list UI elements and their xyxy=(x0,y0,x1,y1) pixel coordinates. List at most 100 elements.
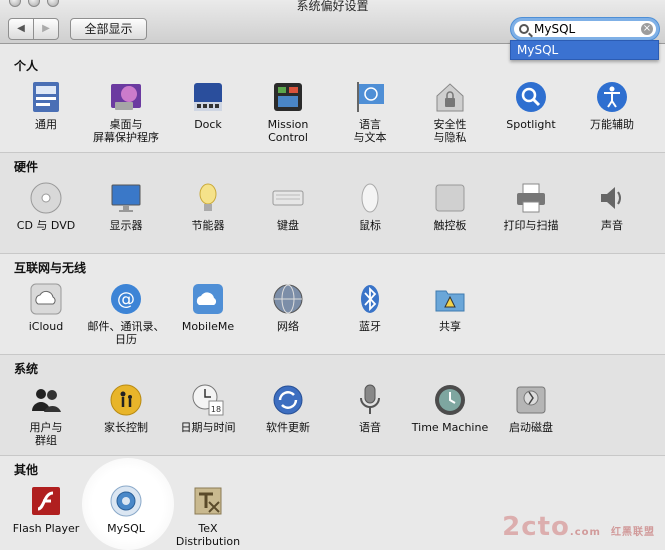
pane-label: 启动磁盘 xyxy=(509,421,553,434)
forward-button[interactable]: ▶ xyxy=(33,18,59,40)
lightbulb-icon xyxy=(191,181,225,215)
watermark: 2cto.com 红黑联盟 xyxy=(502,512,655,542)
pane-sharing[interactable]: 共享 xyxy=(408,282,492,333)
search-field[interactable]: MySQL × xyxy=(511,18,659,40)
pane-date-time[interactable]: 18 日期与时间 xyxy=(166,383,250,434)
section-title: 其他 xyxy=(14,463,39,477)
pane-label: 邮件、通讯录、 日历 xyxy=(87,320,165,346)
flash-player-icon xyxy=(29,484,63,518)
pane-spotlight[interactable]: Spotlight xyxy=(489,80,573,131)
pane-label: 鼠标 xyxy=(359,219,381,232)
trackpad-icon xyxy=(433,181,467,215)
pane-keyboard[interactable]: 键盘 xyxy=(246,181,330,232)
pane-label: 共享 xyxy=(439,320,461,333)
pane-tex-distribution[interactable]: TeX Distribution xyxy=(166,484,250,548)
mouse-icon xyxy=(353,181,387,215)
pane-label: 蓝牙 xyxy=(359,320,381,333)
pane-mission-control[interactable]: Mission Control xyxy=(246,80,330,144)
pane-label: 家长控制 xyxy=(104,421,148,434)
pane-label: MySQL xyxy=(107,522,145,535)
house-lock-icon xyxy=(433,80,467,114)
disc-icon xyxy=(29,181,63,215)
pane-mysql[interactable]: MySQL xyxy=(84,484,168,535)
watermark-suffix: .com xyxy=(569,527,601,538)
pane-label: 软件更新 xyxy=(266,421,310,434)
pane-bluetooth[interactable]: 蓝牙 xyxy=(328,282,412,333)
bluetooth-icon xyxy=(353,282,387,316)
pane-label: 打印与扫描 xyxy=(503,219,559,232)
show-all-button[interactable]: 全部显示 xyxy=(70,18,147,40)
mysql-gear-icon xyxy=(109,484,143,518)
pane-startup-disk[interactable]: 启动磁盘 xyxy=(489,383,573,434)
pane-label: 触控板 xyxy=(433,219,467,232)
flag-un-icon xyxy=(353,80,387,114)
search-input[interactable]: MySQL xyxy=(534,22,575,36)
pane-label: 万能辅助 xyxy=(590,118,634,131)
dock-icon xyxy=(191,80,225,114)
parental-controls-icon xyxy=(109,383,143,417)
pane-label: 键盘 xyxy=(277,219,299,232)
pane-general[interactable]: 通用 xyxy=(4,80,88,131)
pane-label: Spotlight xyxy=(506,118,556,131)
pane-parental-controls[interactable]: 家长控制 xyxy=(84,383,168,434)
pane-time-machine[interactable]: Time Machine xyxy=(408,383,492,434)
users-icon xyxy=(29,383,63,417)
folder-sharing-icon xyxy=(433,282,467,316)
back-button[interactable]: ◀ xyxy=(8,18,34,40)
accessibility-icon xyxy=(595,80,629,114)
speaker-icon xyxy=(595,181,629,215)
globe-icon xyxy=(271,282,305,316)
pane-users-groups[interactable]: 用户与 群组 xyxy=(4,383,88,447)
search-icon xyxy=(519,24,529,34)
pane-displays[interactable]: 显示器 xyxy=(84,181,168,232)
clock-calendar-icon: 18 xyxy=(191,383,225,417)
pane-speech[interactable]: 语音 xyxy=(328,383,412,434)
pane-label: iCloud xyxy=(28,320,64,333)
pane-energy-saver[interactable]: 节能器 xyxy=(166,181,250,232)
display-icon xyxy=(109,181,143,215)
general-icon xyxy=(29,80,63,114)
pane-language-text[interactable]: 语言 与文本 xyxy=(328,80,412,144)
time-machine-icon xyxy=(433,383,467,417)
pane-network[interactable]: 网络 xyxy=(246,282,330,333)
pane-icloud[interactable]: iCloud xyxy=(4,282,88,333)
pane-label: MobileMe xyxy=(181,320,235,333)
mobileme-cloud-icon xyxy=(191,282,225,316)
pane-mail-contacts-calendars[interactable]: @ 邮件、通讯录、 日历 xyxy=(84,282,168,346)
watermark-subtitle: 红黑联盟 xyxy=(611,527,655,538)
pane-label: 语音 xyxy=(359,421,381,434)
pane-software-update[interactable]: 软件更新 xyxy=(246,383,330,434)
pane-cd-dvd[interactable]: CD 与 DVD xyxy=(4,181,88,232)
spotlight-icon xyxy=(514,80,548,114)
icloud-icon xyxy=(29,282,63,316)
printer-icon xyxy=(514,181,548,215)
mission-control-icon xyxy=(271,80,305,114)
hard-disk-icon xyxy=(514,383,548,417)
pane-flash-player[interactable]: Flash Player xyxy=(4,484,88,535)
pane-label: Mission Control xyxy=(267,118,309,144)
svg-text:@: @ xyxy=(117,289,135,310)
pane-label: 用户与 群组 xyxy=(29,421,63,447)
pane-label: 通用 xyxy=(35,118,57,131)
pane-mouse[interactable]: 鼠标 xyxy=(328,181,412,232)
pane-print-scan[interactable]: 打印与扫描 xyxy=(489,181,573,232)
clear-search-icon[interactable]: × xyxy=(641,23,653,35)
pane-label: CD 与 DVD xyxy=(16,219,76,232)
pane-label: 网络 xyxy=(277,320,299,333)
tex-icon xyxy=(191,484,225,518)
pane-security-privacy[interactable]: 安全性 与隐私 xyxy=(408,80,492,144)
pane-label: 声音 xyxy=(601,219,623,232)
pane-trackpad[interactable]: 触控板 xyxy=(408,181,492,232)
pane-desktop-screensaver[interactable]: 桌面与 屏幕保护程序 xyxy=(84,80,168,144)
section-title: 互联网与无线 xyxy=(14,261,87,275)
pane-mobileme[interactable]: MobileMe xyxy=(166,282,250,333)
pane-label: TeX Distribution xyxy=(175,522,241,548)
pane-universal-access[interactable]: 万能辅助 xyxy=(570,80,654,131)
pane-sound[interactable]: 声音 xyxy=(570,181,654,232)
pane-label: 显示器 xyxy=(109,219,143,232)
pane-label: Time Machine xyxy=(411,421,489,434)
pane-label: 桌面与 屏幕保护程序 xyxy=(93,118,159,144)
pane-label: Flash Player xyxy=(12,522,80,535)
pane-dock[interactable]: Dock xyxy=(166,80,250,131)
pane-label: 节能器 xyxy=(191,219,225,232)
